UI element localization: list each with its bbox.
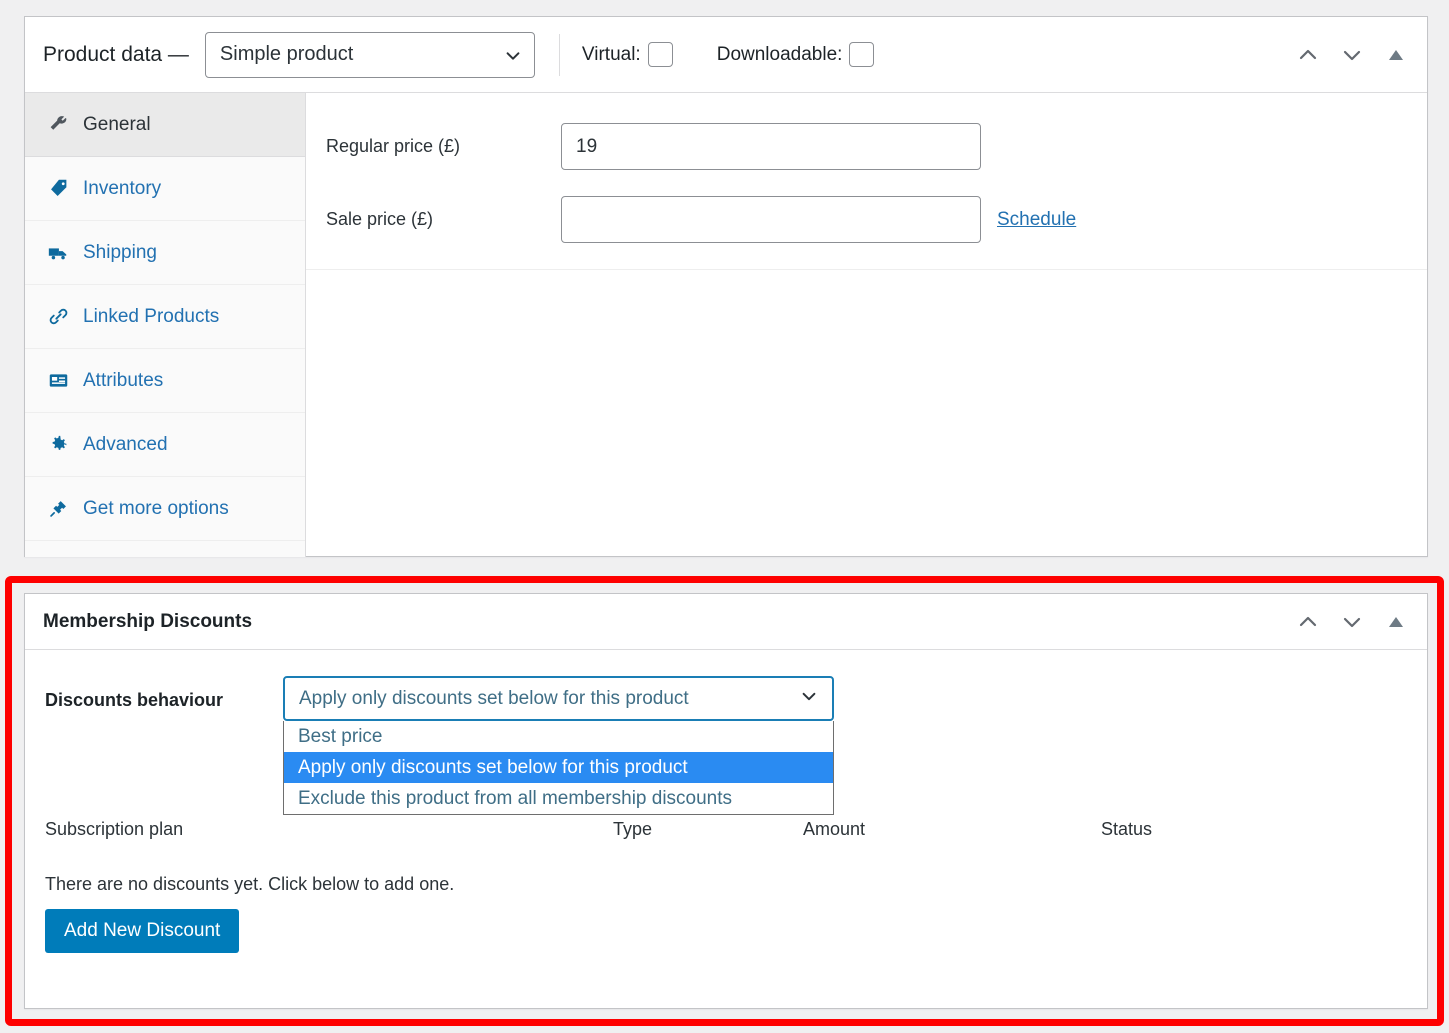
link-icon — [45, 306, 71, 327]
toggle-panel-icon[interactable] — [1383, 42, 1409, 68]
move-down-icon[interactable] — [1339, 609, 1365, 635]
tab-shipping[interactable]: Shipping — [25, 221, 305, 285]
tab-linked-products-label: Linked Products — [83, 305, 220, 327]
schedule-link[interactable]: Schedule — [997, 209, 1076, 231]
column-header-amount: Amount — [803, 819, 866, 839]
add-new-discount-button[interactable]: Add New Discount — [45, 909, 240, 953]
general-tab-content: Regular price (£) Sale price (£) Schedul… — [306, 93, 1427, 557]
virtual-label: Virtual: — [581, 43, 641, 65]
regular-price-row: Regular price (£) — [326, 123, 1427, 170]
discounts-table-header: Subscription plan Type Amount Status — [45, 819, 1407, 840]
product-type-value: Simple product — [219, 43, 354, 65]
header-divider — [558, 33, 560, 76]
toggle-panel-icon[interactable] — [1383, 609, 1409, 635]
column-header-status: Status — [1101, 819, 1153, 839]
sale-price-label: Sale price (£) — [326, 209, 434, 229]
discounts-behaviour-row: Discounts behaviour Apply only discounts… — [45, 676, 1407, 815]
sale-price-input[interactable] — [561, 196, 981, 243]
list-card-icon — [45, 370, 71, 391]
tab-inventory[interactable]: Inventory — [25, 157, 305, 221]
discounts-table: Subscription plan Type Amount Status The… — [45, 819, 1407, 953]
tag-icon — [45, 178, 71, 199]
membership-discounts-header: Membership Discounts — [25, 594, 1427, 650]
product-data-tabs: General Inventory Shipping Linked Produc… — [25, 93, 306, 557]
move-up-icon[interactable] — [1295, 42, 1321, 68]
option-apply-only-discounts-set-below[interactable]: Apply only discounts set below for this … — [284, 752, 833, 783]
regular-price-input[interactable] — [561, 123, 981, 170]
chevron-down-icon — [504, 47, 520, 63]
tab-general[interactable]: General — [25, 93, 305, 157]
page-title: Product data — — [43, 42, 189, 66]
column-header-subscription-plan: Subscription plan — [45, 819, 184, 839]
plugin-icon — [45, 498, 71, 519]
discounts-empty-message: There are no discounts yet. Click below … — [45, 874, 455, 894]
product-data-panel-actions — [1295, 42, 1409, 68]
product-type-select[interactable]: Simple product — [204, 31, 535, 78]
downloadable-label: Downloadable: — [716, 43, 843, 65]
discounts-behaviour-options-list: Best price Apply only discounts set belo… — [283, 721, 834, 815]
virtual-checkbox[interactable] — [647, 42, 673, 67]
wrench-icon — [45, 114, 71, 135]
chevron-down-icon — [800, 687, 818, 710]
product-data-panel: Product data — Simple product Virtual: D… — [24, 16, 1428, 557]
pricing-divider — [306, 269, 1427, 270]
move-up-icon[interactable] — [1295, 609, 1321, 635]
gear-icon — [45, 434, 71, 455]
tab-advanced-label: Advanced — [83, 433, 168, 455]
membership-discounts-title: Membership Discounts — [43, 610, 253, 632]
downloadable-checkbox-group: Downloadable: — [717, 42, 875, 67]
tab-shipping-label: Shipping — [83, 241, 157, 263]
truck-icon — [45, 242, 71, 264]
membership-panel-actions — [1295, 609, 1409, 635]
tab-get-more-options[interactable]: Get more options — [25, 477, 305, 541]
tab-general-label: General — [83, 113, 151, 135]
tab-attributes[interactable]: Attributes — [25, 349, 305, 413]
membership-discounts-body: plan that apply to this product Discount… — [25, 650, 1427, 953]
product-data-header: Product data — Simple product Virtual: D… — [25, 17, 1427, 93]
column-header-type: Type — [613, 819, 653, 839]
downloadable-checkbox[interactable] — [849, 42, 875, 67]
tab-inventory-label: Inventory — [83, 177, 162, 199]
discounts-behaviour-value: Apply only discounts set below for this … — [299, 687, 689, 709]
regular-price-label: Regular price (£) — [326, 136, 461, 156]
move-down-icon[interactable] — [1339, 42, 1365, 68]
virtual-checkbox-group: Virtual: — [582, 42, 673, 67]
discounts-behaviour-select-wrapper: Apply only discounts set below for this … — [283, 676, 834, 815]
tab-linked-products[interactable]: Linked Products — [25, 285, 305, 349]
tab-attributes-label: Attributes — [83, 369, 164, 391]
tab-advanced[interactable]: Advanced — [25, 413, 305, 477]
sale-price-row: Sale price (£) Schedule — [326, 196, 1427, 243]
discounts-behaviour-label: Discounts behaviour — [45, 690, 224, 710]
tab-get-more-options-label: Get more options — [83, 497, 229, 519]
discounts-behaviour-select[interactable]: Apply only discounts set below for this … — [283, 676, 834, 721]
membership-discounts-panel: Membership Discounts plan that apply to … — [24, 593, 1428, 1009]
product-data-body: General Inventory Shipping Linked Produc… — [25, 93, 1427, 557]
option-exclude-from-all-discounts[interactable]: Exclude this product from all membership… — [284, 783, 833, 814]
option-best-price[interactable]: Best price — [284, 721, 833, 752]
